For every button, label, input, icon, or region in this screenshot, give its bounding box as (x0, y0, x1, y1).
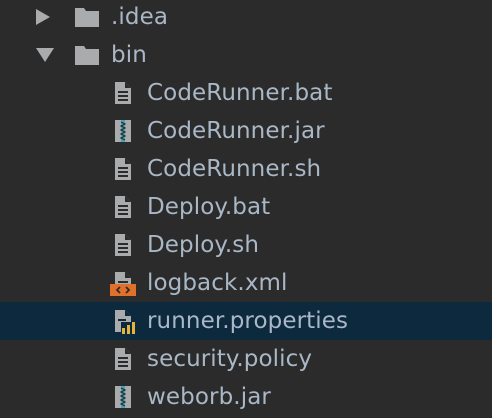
project-file-tree: .idea bin CodeRunner.bat CodeRunner.jar … (0, 0, 492, 418)
tree-item-label: Deploy.bat (147, 194, 271, 220)
tree-item-runner-properties[interactable]: runner.properties (0, 302, 492, 340)
tree-item-label: bin (111, 42, 147, 68)
tree-item-label: CodeRunner.jar (147, 118, 325, 144)
tree-item-coderunner-bat[interactable]: CodeRunner.bat (0, 74, 492, 112)
tree-item-label: .idea (111, 4, 169, 30)
xml-file-icon (110, 270, 136, 296)
properties-file-icon (110, 308, 136, 334)
tree-item-coderunner-sh[interactable]: CodeRunner.sh (0, 150, 492, 188)
tree-item-coderunner-jar[interactable]: CodeRunner.jar (0, 112, 492, 150)
folder-icon (74, 4, 100, 30)
text-file-icon (110, 346, 136, 372)
tree-item-bin-folder[interactable]: bin (0, 36, 492, 74)
tree-item-deploy-bat[interactable]: Deploy.bat (0, 188, 492, 226)
tree-item-label: CodeRunner.bat (147, 80, 333, 106)
expand-arrow-icon[interactable] (36, 0, 62, 36)
text-file-icon (110, 232, 136, 258)
tree-item-label: security.policy (147, 346, 313, 372)
tree-item-label: logback.xml (147, 270, 288, 296)
text-file-icon (110, 156, 136, 182)
archive-file-icon (110, 384, 136, 410)
tree-item-logback-xml[interactable]: logback.xml (0, 264, 492, 302)
archive-file-icon (110, 118, 136, 144)
tree-item-label: CodeRunner.sh (147, 156, 322, 182)
tree-item-label: runner.properties (147, 308, 349, 334)
text-file-icon (110, 80, 136, 106)
tree-item-label: weborb.jar (147, 384, 271, 410)
collapse-arrow-icon[interactable] (36, 36, 62, 74)
tree-item-security-policy[interactable]: security.policy (0, 340, 492, 378)
folder-icon (74, 42, 100, 68)
tree-item-deploy-sh[interactable]: Deploy.sh (0, 226, 492, 264)
tree-item-label: Deploy.sh (147, 232, 260, 258)
text-file-icon (110, 194, 136, 220)
tree-item-weborb-jar[interactable]: weborb.jar (0, 378, 492, 416)
tree-item-idea-folder[interactable]: .idea (0, 0, 492, 36)
